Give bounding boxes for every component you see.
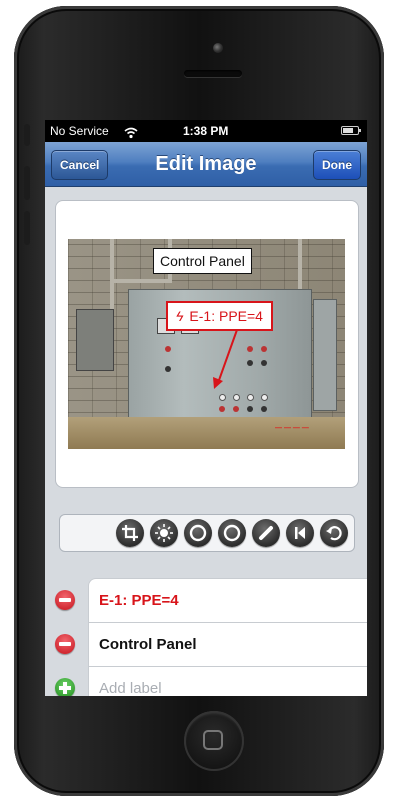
rotate-right-icon[interactable] xyxy=(218,519,246,547)
annotation-label-e1-text: E-1: PPE=4 xyxy=(189,308,263,324)
mute-switch xyxy=(24,124,30,146)
rotate-left-icon[interactable] xyxy=(184,519,212,547)
status-bar: No Service 1:38 PM xyxy=(45,120,367,142)
lightning-bolt-icon: ϟ xyxy=(176,308,184,324)
navigation-bar: Edit Image Cancel Done xyxy=(45,142,367,187)
volume-up-button xyxy=(24,166,30,200)
carrier-text: No Service xyxy=(50,124,109,138)
volume-down-button xyxy=(24,211,30,245)
brightness-icon[interactable] xyxy=(150,519,178,547)
status-time: 1:38 PM xyxy=(183,124,229,138)
cancel-button[interactable]: Cancel xyxy=(51,150,109,180)
undo-icon[interactable] xyxy=(320,519,348,547)
label-text: E-1: PPE=4 xyxy=(99,592,179,609)
annotated-photo[interactable]: — — — — Control Panel ϟ E-1: PPE=4 xyxy=(68,239,345,449)
crop-icon[interactable] xyxy=(116,519,144,547)
annotation-label-e1[interactable]: ϟ E-1: PPE=4 xyxy=(166,301,273,331)
screen: No Service 1:38 PM Edit Image Cancel Don… xyxy=(45,120,367,696)
delete-label-icon[interactable] xyxy=(55,634,75,654)
battery-icon xyxy=(341,126,361,135)
annotation-label-control-panel[interactable]: Control Panel xyxy=(153,248,252,274)
image-card: — — — — Control Panel ϟ E-1: PPE=4 xyxy=(55,200,359,488)
home-square-icon xyxy=(203,730,223,750)
done-button[interactable]: Done xyxy=(313,150,361,180)
earpiece-speaker xyxy=(184,70,242,77)
front-camera xyxy=(213,43,223,53)
editing-toolbar xyxy=(59,514,355,552)
label-text: Control Panel xyxy=(99,636,197,653)
draw-icon[interactable] xyxy=(252,519,280,547)
skip-back-icon[interactable] xyxy=(286,519,314,547)
delete-label-icon[interactable] xyxy=(55,590,75,610)
add-label-placeholder: Add label xyxy=(99,680,162,696)
add-label-row[interactable]: Add label xyxy=(88,666,367,696)
label-list: E-1: PPE=4 Control Panel Add label xyxy=(45,578,367,696)
list-item[interactable]: E-1: PPE=4 xyxy=(88,578,367,623)
list-item[interactable]: Control Panel xyxy=(88,622,367,667)
add-label-icon[interactable] xyxy=(55,678,75,696)
home-button[interactable] xyxy=(184,711,244,771)
